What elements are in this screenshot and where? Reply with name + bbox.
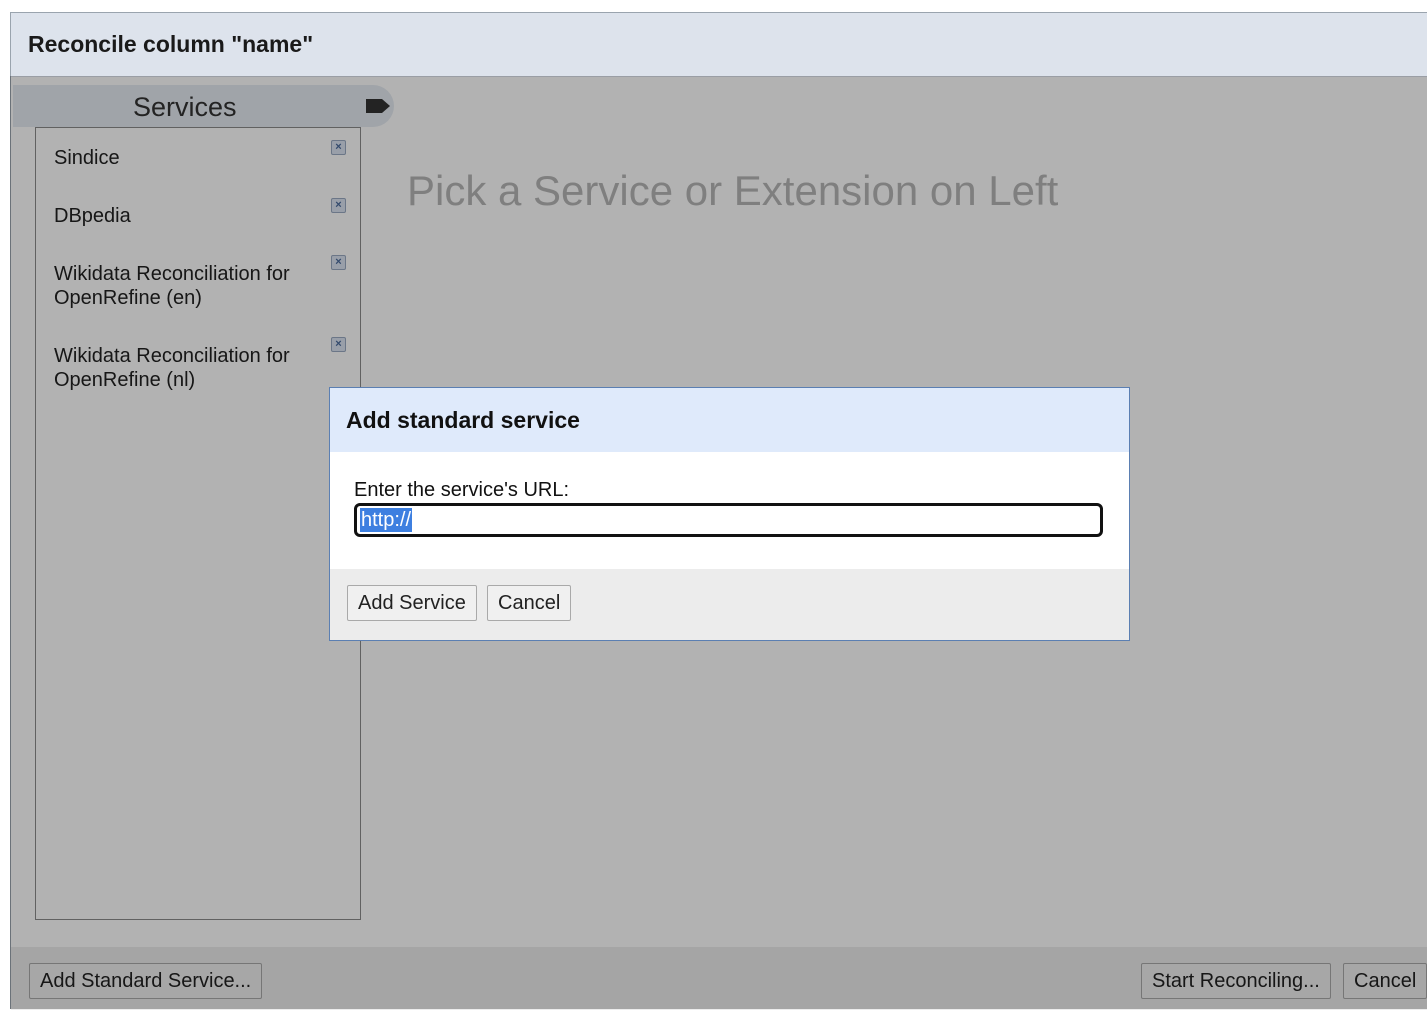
- dialog-title: Reconcile column "name": [28, 31, 314, 57]
- url-field-label: Enter the service's URL:: [354, 479, 570, 501]
- service-url-input[interactable]: [354, 503, 1103, 537]
- modal-title: Add standard service: [346, 407, 580, 433]
- modal-header: Add standard service: [330, 388, 1129, 452]
- modal-footer: Add Service Cancel: [330, 569, 1129, 640]
- add-standard-service-modal: Add standard service Enter the service's…: [329, 387, 1130, 641]
- dialog-header: Reconcile column "name": [11, 13, 1427, 77]
- url-input-selected-text: http://: [360, 508, 413, 532]
- add-service-button[interactable]: Add Service: [347, 585, 477, 621]
- modal-cancel-button[interactable]: Cancel: [487, 585, 572, 621]
